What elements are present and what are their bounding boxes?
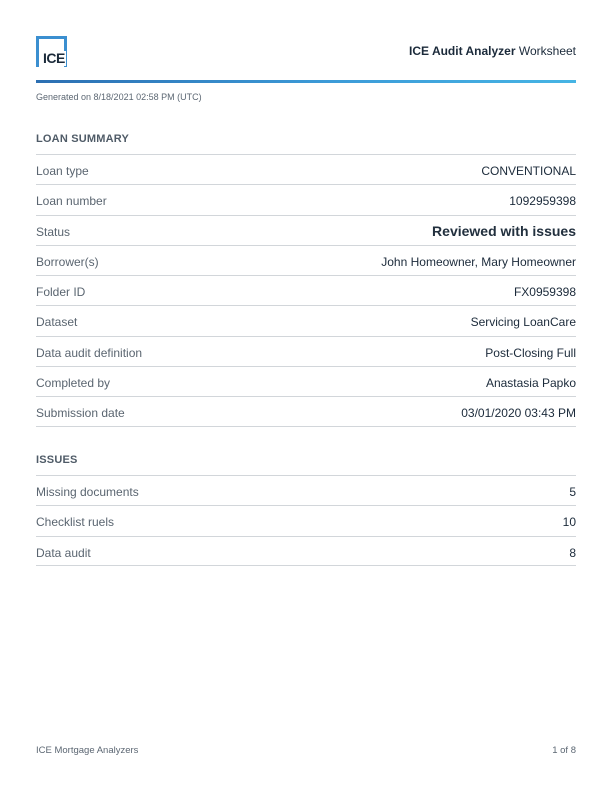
issues-table: Missing documents 5 Checklist ruels 10 D… <box>36 475 576 566</box>
table-row: Checklist ruels 10 <box>36 505 576 535</box>
row-label: Dataset <box>36 315 78 330</box>
issues-heading: ISSUES <box>36 454 78 466</box>
row-label: Missing documents <box>36 485 139 499</box>
row-value: 1092959398 <box>509 194 576 209</box>
row-value: 10 <box>562 515 576 530</box>
row-value: John Homeowner, Mary Homeowner <box>381 254 576 269</box>
row-value: CONVENTIONAL <box>481 164 576 178</box>
row-label: Data audit <box>36 545 91 560</box>
table-row: Submission date 03/01/2020 03:43 PM <box>36 396 576 427</box>
row-value: 8 <box>569 545 576 560</box>
header-divider <box>36 80 576 83</box>
row-label: Borrower(s) <box>36 254 99 269</box>
row-label: Loan type <box>36 164 89 178</box>
row-label: Checklist ruels <box>36 515 115 530</box>
table-row: Dataset Servicing LoanCare <box>36 305 576 335</box>
table-row: Completed by Anastasia Papko <box>36 366 576 396</box>
row-label: Data audit definition <box>36 345 143 360</box>
document-title-product: ICE Audit Analyzer <box>409 44 516 58</box>
row-value: 03/01/2020 03:43 PM <box>461 406 576 421</box>
generated-timestamp: Generated on 8/18/2021 02:58 PM (UTC) <box>36 92 202 102</box>
table-row: Borrower(s) John Homeowner, Mary Homeown… <box>36 244 576 275</box>
table-row: Missing documents 5 <box>36 475 576 505</box>
row-label: Folder ID <box>36 285 86 300</box>
table-row: Status Reviewed with issues <box>36 214 576 245</box>
document-title: ICE Audit Analyzer Worksheet <box>409 44 576 58</box>
row-value: FX0959398 <box>513 285 576 300</box>
status-value: Reviewed with issues <box>432 222 576 239</box>
row-value: Post-Closing Full <box>485 345 576 360</box>
row-label: Status <box>36 224 71 239</box>
page-number: 1 of 8 <box>552 745 576 756</box>
ice-logo: ICE <box>36 36 68 68</box>
loan-summary-table: Loan type CONVENTIONAL Loan number 10929… <box>36 154 576 427</box>
logo-text: ICE <box>42 50 66 66</box>
row-value: Anastasia Papko <box>485 376 576 391</box>
table-row: Data audit definition Post-Closing Full <box>36 335 576 366</box>
row-label: Loan number <box>36 194 107 209</box>
loan-summary-heading: LOAN SUMMARY <box>36 133 130 145</box>
row-label: Submission date <box>36 406 125 421</box>
table-row: Data audit 8 <box>36 535 576 566</box>
table-row: Loan type CONVENTIONAL <box>36 154 576 184</box>
table-row: Loan number 1092959398 <box>36 184 576 214</box>
row-value: 5 <box>569 485 576 499</box>
footer-company: ICE Mortgage Analyzers <box>36 745 139 756</box>
row-value: Servicing LoanCare <box>470 315 576 330</box>
table-row: Folder ID FX0959398 <box>36 275 576 305</box>
row-label: Completed by <box>36 376 111 391</box>
document-title-type: Worksheet <box>518 44 576 58</box>
